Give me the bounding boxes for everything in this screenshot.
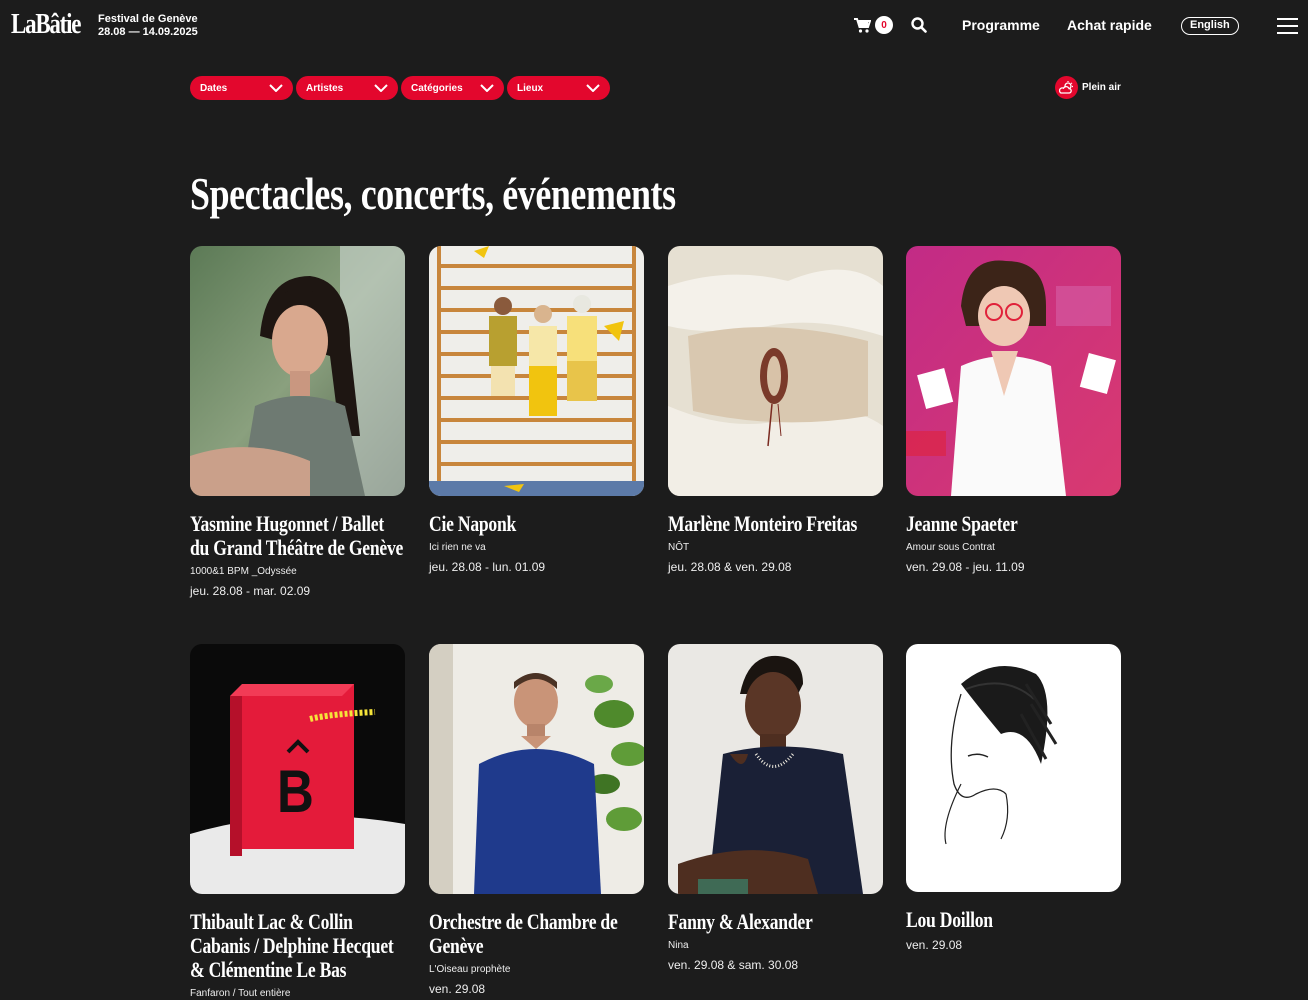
event-name[interactable]: Fanny & Alexander <box>668 910 884 934</box>
event-name[interactable]: Jeanne Spaeter <box>906 512 1122 536</box>
cart-button[interactable]: 0 <box>854 16 893 34</box>
chevron-down-icon <box>374 84 388 92</box>
filter-lieux-dropdown[interactable]: Lieux <box>507 76 610 100</box>
event-subtitle: Nina <box>668 940 689 951</box>
event-subtitle: 1000&1 BPM _Odyssée <box>190 566 297 577</box>
event-subtitle: Fanfaron / Tout entière <box>190 988 291 999</box>
event-card[interactable]: Fanny & Alexander Nina ven. 29.08 & sam.… <box>668 644 883 972</box>
event-dates: jeu. 28.08 & ven. 29.08 <box>668 560 792 574</box>
filter-dates-label: Dates <box>200 82 228 94</box>
event-name[interactable]: Marlène Monteiro Freitas <box>668 512 884 536</box>
event-image[interactable] <box>668 644 883 894</box>
event-subtitle: Ici rien ne va <box>429 542 486 553</box>
event-image[interactable] <box>429 644 644 894</box>
festival-info: Festival de Genève 28.08 — 14.09.2025 <box>98 13 198 39</box>
event-subtitle: Amour sous Contrat <box>906 542 995 553</box>
event-image[interactable] <box>668 246 883 496</box>
event-dates: jeu. 28.08 - mar. 02.09 <box>190 584 311 598</box>
event-card[interactable]: B Thibault Lac & Collin Cabanis / Delphi… <box>190 644 405 1000</box>
event-image[interactable] <box>190 246 405 496</box>
logo-wordmark[interactable]: LaBâtie <box>11 10 81 40</box>
event-dates: ven. 29.08 <box>906 938 963 952</box>
event-image[interactable]: B <box>190 644 405 894</box>
filter-categories-label: Catégories <box>411 82 463 94</box>
nav-programme-link[interactable]: Programme <box>962 17 1040 33</box>
filter-artistes-dropdown[interactable]: Artistes <box>296 76 398 100</box>
chevron-down-icon <box>269 84 283 92</box>
chevron-down-icon <box>586 84 600 92</box>
event-subtitle: NÔT <box>668 542 690 553</box>
event-subtitle: L'Oiseau prophète <box>429 964 511 975</box>
event-card[interactable]: Jeanne Spaeter Amour sous Contrat ven. 2… <box>906 246 1121 574</box>
event-card[interactable]: Orchestre de Chambre de Genève L'Oiseau … <box>429 644 644 996</box>
filter-categories-dropdown[interactable]: Catégories <box>401 76 504 100</box>
menu-button[interactable] <box>1277 18 1298 34</box>
search-icon <box>911 17 927 33</box>
festival-dates: 28.08 — 14.09.2025 <box>98 26 198 38</box>
event-dates: ven. 29.08 <box>429 982 486 996</box>
event-card[interactable]: Cie Naponk Ici rien ne va jeu. 28.08 - l… <box>429 246 644 574</box>
event-dates: ven. 29.08 & sam. 30.08 <box>668 958 799 972</box>
event-name[interactable]: Thibault Lac & Collin Cabanis / Delphine… <box>190 910 406 982</box>
nav-achat-rapide-link[interactable]: Achat rapide <box>1067 17 1152 33</box>
event-card[interactable]: Lou Doillon ven. 29.08 <box>906 644 1121 952</box>
language-switch-button[interactable]: English <box>1181 17 1239 35</box>
filter-dates-dropdown[interactable]: Dates <box>190 76 293 100</box>
event-card[interactable]: Yasmine Hugonnet / Ballet du Grand Théât… <box>190 246 405 598</box>
page-title: Spectacles, concerts, événements <box>190 168 676 219</box>
plein-air-label: Plein air <box>1082 82 1121 93</box>
plein-air-toggle[interactable]: Plein air <box>1055 76 1121 99</box>
sun-cloud-icon <box>1055 76 1078 99</box>
cart-count-badge: 0 <box>875 16 893 34</box>
filter-artistes-label: Artistes <box>306 82 344 94</box>
event-image[interactable] <box>906 644 1121 892</box>
event-image[interactable] <box>906 246 1121 496</box>
event-dates: ven. 29.08 - jeu. 11.09 <box>906 560 1025 574</box>
filter-lieux-label: Lieux <box>517 82 544 94</box>
event-card[interactable]: Marlène Monteiro Freitas NÔT jeu. 28.08 … <box>668 246 883 574</box>
hamburger-icon <box>1277 18 1298 34</box>
site-header: LaBâtie Festival de Genève 28.08 — 14.09… <box>0 0 1308 52</box>
event-name[interactable]: Orchestre de Chambre de Genève <box>429 910 645 958</box>
festival-name: Festival de Genève <box>98 13 198 25</box>
event-image[interactable] <box>429 246 644 496</box>
cart-icon <box>854 17 871 33</box>
site-logo[interactable]: LaBâtie <box>11 10 95 40</box>
search-button[interactable] <box>911 17 927 38</box>
event-dates: jeu. 28.08 - lun. 01.09 <box>429 560 546 574</box>
event-name[interactable]: Cie Naponk <box>429 512 645 536</box>
event-name[interactable]: Yasmine Hugonnet / Ballet du Grand Théât… <box>190 512 406 560</box>
box-letter: B <box>277 758 314 825</box>
chevron-down-icon <box>480 84 494 92</box>
event-name[interactable]: Lou Doillon <box>906 908 1122 932</box>
